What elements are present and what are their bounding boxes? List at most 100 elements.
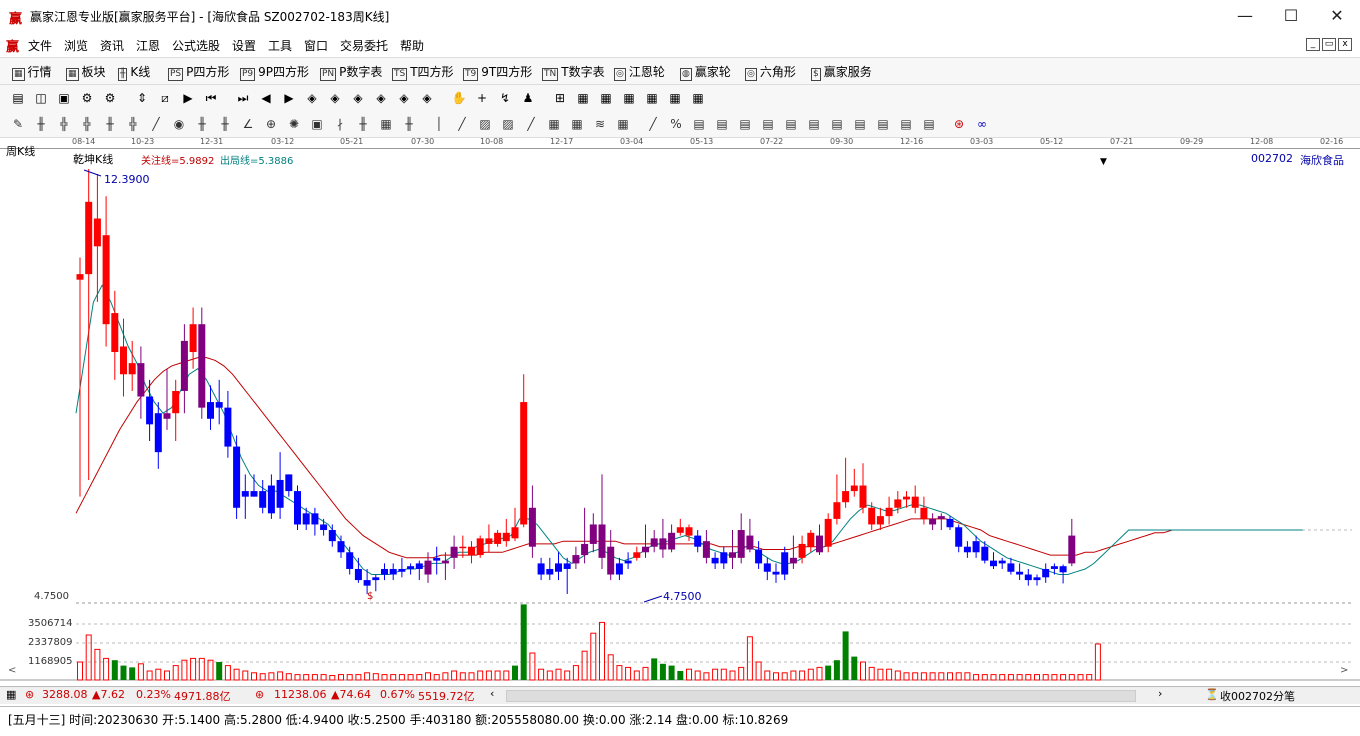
nav-tool-icon[interactable]: ▶ xyxy=(180,90,196,106)
draw-tool-icon[interactable]: ╬ xyxy=(79,116,95,132)
draw-tool-icon[interactable]: ▤ xyxy=(691,116,707,132)
nav-tool-icon[interactable]: ◈ xyxy=(373,90,389,106)
nav-tool-icon[interactable]: ◈ xyxy=(419,90,435,106)
toolbar-item-10[interactable]: ◍ 赢家轮 xyxy=(680,63,731,81)
toolbar-item-1[interactable]: ▦ 板块 xyxy=(66,63,106,81)
draw-tool-icon[interactable]: ▦ xyxy=(546,116,562,132)
draw-tool-icon[interactable]: ▤ xyxy=(783,116,799,132)
draw-tool-icon[interactable]: ▤ xyxy=(921,116,937,132)
draw-tool-icon[interactable]: ▤ xyxy=(852,116,868,132)
nav-tool-icon[interactable]: ↯ xyxy=(497,90,513,106)
nav-tool-icon[interactable]: ⇕ xyxy=(134,90,150,106)
scrollbar-right-arrow[interactable]: › xyxy=(1158,687,1162,700)
draw-tool-icon[interactable]: ◉ xyxy=(171,116,187,132)
toolbar-item-4[interactable]: P9 9P四方形 xyxy=(240,63,309,81)
mdi-minimize-button[interactable]: _ xyxy=(1306,38,1320,51)
draw-tool-icon[interactable]: │ xyxy=(431,116,447,132)
nav-tool-icon[interactable]: ◀ xyxy=(258,90,274,106)
menu-trade[interactable]: 交易委托 xyxy=(340,37,388,54)
draw-tool-icon[interactable]: ╫ xyxy=(401,116,417,132)
scroll-right-icon[interactable]: > xyxy=(1340,665,1348,676)
nav-tool-icon[interactable]: ♟ xyxy=(520,90,536,106)
toolbar-item-8[interactable]: TN T数字表 xyxy=(542,63,605,81)
toolbar-item-11[interactable]: ◎ 六角形 xyxy=(745,63,796,81)
menu-info[interactable]: 资讯 xyxy=(100,37,124,54)
menu-settings[interactable]: 设置 xyxy=(232,37,256,54)
draw-tool-icon[interactable]: ▤ xyxy=(898,116,914,132)
nav-tool-icon[interactable]: ▦ xyxy=(667,90,683,106)
maximize-button[interactable]: ☐ xyxy=(1268,0,1314,32)
draw-tool-icon[interactable]: ╱ xyxy=(454,116,470,132)
menu-file[interactable]: 文件 xyxy=(28,37,52,54)
scroll-left-icon[interactable]: < xyxy=(8,665,16,676)
nav-tool-icon[interactable]: ▦ xyxy=(575,90,591,106)
dropdown-marker-icon[interactable]: ▼ xyxy=(1100,157,1107,167)
draw-tool-icon[interactable]: ╱ xyxy=(148,116,164,132)
draw-tool-icon[interactable]: ▤ xyxy=(875,116,891,132)
nav-tool-icon[interactable]: ▦ xyxy=(644,90,660,106)
toolbar-item-7[interactable]: T9 9T四方形 xyxy=(463,63,532,81)
draw-tool-icon[interactable]: ▤ xyxy=(760,116,776,132)
draw-tool-icon[interactable]: ⊕ xyxy=(263,116,279,132)
draw-tool-icon[interactable]: ╬ xyxy=(56,116,72,132)
draw-tool-icon[interactable]: ╫ xyxy=(102,116,118,132)
nav-tool-icon[interactable]: ▤ xyxy=(10,90,26,106)
draw-tool-icon[interactable]: ∞ xyxy=(974,116,990,132)
menu-window[interactable]: 窗口 xyxy=(304,37,328,54)
nav-tool-icon[interactable]: ▦ xyxy=(598,90,614,106)
toolbar-item-3[interactable]: PS P四方形 xyxy=(168,63,229,81)
draw-tool-icon[interactable]: ≋ xyxy=(592,116,608,132)
draw-tool-icon[interactable]: ▤ xyxy=(829,116,845,132)
toolbar-item-5[interactable]: PN P数字表 xyxy=(320,63,382,81)
draw-tool-icon[interactable]: ⊛ xyxy=(951,116,967,132)
nav-tool-icon[interactable]: ◫ xyxy=(33,90,49,106)
mdi-close-button[interactable]: x xyxy=(1338,38,1352,51)
draw-tool-icon[interactable]: ╬ xyxy=(125,116,141,132)
menu-help[interactable]: 帮助 xyxy=(400,37,424,54)
draw-tool-icon[interactable]: ▨ xyxy=(500,116,516,132)
draw-tool-icon[interactable]: ▤ xyxy=(806,116,822,132)
draw-tool-icon[interactable]: ╫ xyxy=(33,116,49,132)
nav-tool-icon[interactable]: ⊞ xyxy=(552,90,568,106)
nav-tool-icon[interactable]: + xyxy=(474,90,490,106)
draw-tool-icon[interactable]: ▦ xyxy=(378,116,394,132)
nav-tool-icon[interactable]: ⧄ xyxy=(157,90,173,106)
draw-tool-icon[interactable]: ▣ xyxy=(309,116,325,132)
menu-browse[interactable]: 浏览 xyxy=(64,37,88,54)
nav-tool-icon[interactable]: ⚙ xyxy=(79,90,95,106)
toolbar-item-2[interactable]: ╫ K线 xyxy=(118,63,150,81)
toolbar-item-0[interactable]: ▦ 行情 xyxy=(12,63,52,81)
draw-tool-icon[interactable]: ✺ xyxy=(286,116,302,132)
scrollbar-left-arrow[interactable]: ‹ xyxy=(490,687,494,700)
toolbar-item-12[interactable]: $ 赢家服务 xyxy=(811,63,872,81)
menu-formula[interactable]: 公式选股 xyxy=(172,37,220,54)
draw-tool-icon[interactable]: ▨ xyxy=(477,116,493,132)
menu-gann[interactable]: 江恩 xyxy=(136,37,160,54)
horizontal-scrollbar[interactable] xyxy=(506,690,1136,702)
nav-tool-icon[interactable]: ◈ xyxy=(304,90,320,106)
chart-area[interactable]: 周K线 乾坤K线 关注线=5.9892 出局线=5.3886 002702 海欣… xyxy=(0,145,1360,683)
draw-tool-icon[interactable]: % xyxy=(668,116,684,132)
nav-tool-icon[interactable]: ◈ xyxy=(396,90,412,106)
draw-tool-icon[interactable]: ▦ xyxy=(615,116,631,132)
nav-tool-icon[interactable]: ▶ xyxy=(281,90,297,106)
menu-tools[interactable]: 工具 xyxy=(268,37,292,54)
mdi-restore-button[interactable]: ▭ xyxy=(1322,38,1336,51)
nav-tool-icon[interactable]: ◈ xyxy=(327,90,343,106)
grid-icon[interactable]: ▦ xyxy=(6,688,16,701)
draw-tool-icon[interactable]: ╫ xyxy=(217,116,233,132)
nav-tool-icon[interactable]: ✋ xyxy=(451,90,467,106)
nav-tool-icon[interactable]: ⏭ xyxy=(235,90,251,106)
nav-tool-icon[interactable]: ⚙ xyxy=(102,90,118,106)
draw-tool-icon[interactable]: ╫ xyxy=(194,116,210,132)
draw-tool-icon[interactable]: ▤ xyxy=(714,116,730,132)
minimize-button[interactable]: — xyxy=(1222,0,1268,32)
draw-tool-icon[interactable]: ▦ xyxy=(569,116,585,132)
nav-tool-icon[interactable]: ⏮ xyxy=(203,90,219,106)
draw-tool-icon[interactable]: ▤ xyxy=(737,116,753,132)
nav-tool-icon[interactable]: ◈ xyxy=(350,90,366,106)
draw-tool-icon[interactable]: ╱ xyxy=(523,116,539,132)
draw-tool-icon[interactable]: ╫ xyxy=(355,116,371,132)
draw-tool-icon[interactable]: ∠ xyxy=(240,116,256,132)
tick-label[interactable]: 收002702分笔 xyxy=(1220,688,1295,704)
